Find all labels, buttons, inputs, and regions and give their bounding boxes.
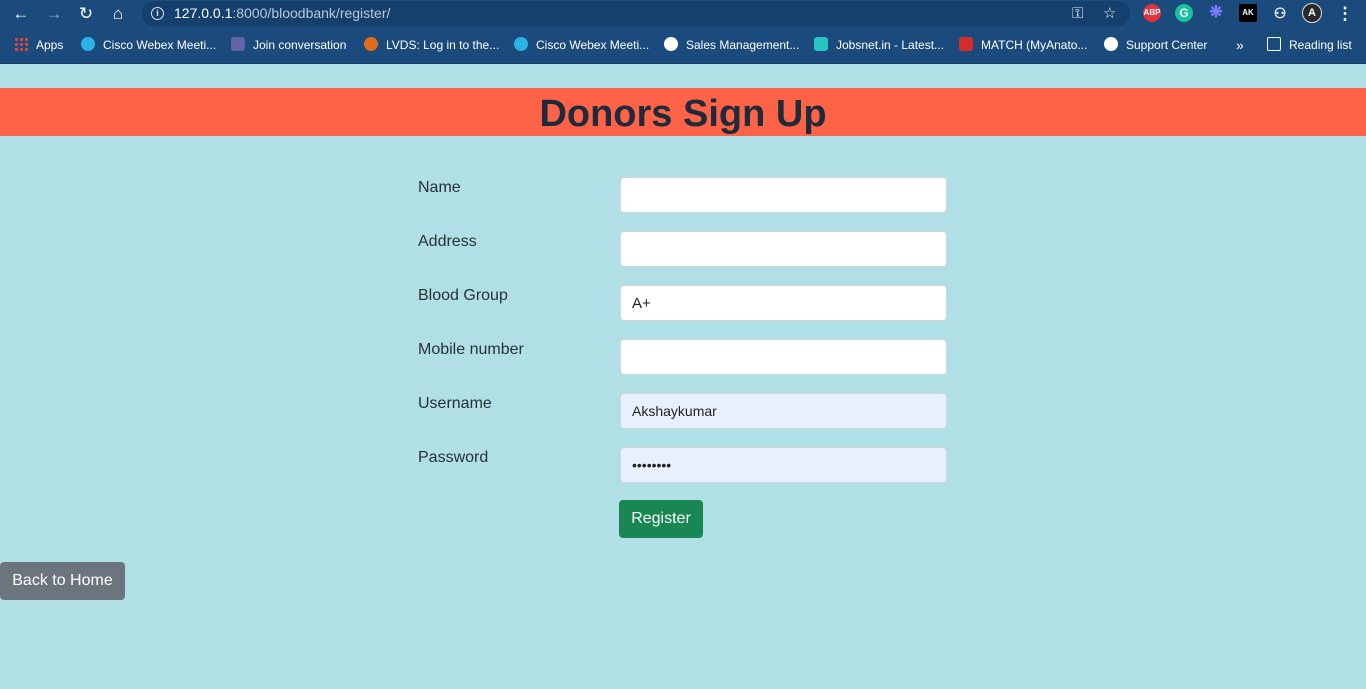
webex-icon	[81, 37, 95, 51]
password-label: Password	[418, 449, 489, 466]
browser-toolbar: ← → ↻ ⌂ i 127.0.0.1:8000/bloodbank/regis…	[0, 0, 1366, 27]
reload-icon[interactable]: ↻	[75, 3, 97, 25]
reading-list-button[interactable]: Reading list	[1267, 37, 1352, 54]
address-label: Address	[418, 233, 477, 250]
bookmark-webex-1[interactable]: Cisco Webex Meeti...	[81, 37, 216, 54]
password-input[interactable]	[620, 447, 947, 483]
globe-icon	[1104, 37, 1118, 51]
ak-extension-icon[interactable]: AK	[1239, 4, 1257, 22]
webex-icon	[514, 37, 528, 51]
jobsnet-icon	[814, 37, 828, 51]
username-input[interactable]	[620, 393, 947, 429]
wordpress-icon	[664, 37, 678, 51]
bookmark-lvds[interactable]: LVDS: Log in to the...	[364, 37, 499, 54]
back-arrow-icon[interactable]: ←	[10, 3, 32, 25]
profile-avatar-icon[interactable]: A	[1302, 3, 1322, 23]
bookmarks-bar: Apps Cisco Webex Meeti... Join conversat…	[0, 27, 1366, 64]
forward-arrow-icon[interactable]: →	[43, 3, 65, 25]
apps-grid-icon	[14, 37, 28, 51]
url-text: 127.0.0.1:8000/bloodbank/register/	[174, 5, 391, 21]
key-icon[interactable]: ⚿	[1072, 4, 1083, 24]
extension-gear-icon[interactable]: ❋	[1207, 4, 1225, 22]
lvds-icon	[364, 37, 378, 51]
bookmark-support-center[interactable]: Support Center	[1104, 37, 1207, 54]
blood-group-input[interactable]	[620, 285, 947, 321]
teams-icon	[231, 37, 245, 51]
grammarly-extension-icon[interactable]: G	[1175, 4, 1193, 22]
home-icon[interactable]: ⌂	[107, 3, 129, 25]
blood-group-label: Blood Group	[418, 287, 508, 304]
adblock-extension-icon[interactable]: ABP	[1143, 4, 1161, 22]
address-input[interactable]	[620, 231, 947, 267]
name-input[interactable]	[620, 177, 947, 213]
bookmark-join-conversation[interactable]: Join conversation	[231, 37, 346, 54]
bookmark-jobsnet[interactable]: Jobsnet.in - Latest...	[814, 37, 944, 54]
match-icon	[959, 37, 973, 51]
bookmark-match[interactable]: MATCH (MyAnato...	[959, 37, 1087, 54]
bookmark-sales-management[interactable]: Sales Management...	[664, 37, 799, 54]
name-label: Name	[418, 179, 461, 196]
puzzle-extensions-icon[interactable]: ⚇	[1271, 4, 1289, 22]
address-bar[interactable]: i 127.0.0.1:8000/bloodbank/register/ ⚿ ☆	[142, 1, 1130, 26]
back-to-home-button[interactable]: Back to Home	[0, 562, 125, 600]
star-icon[interactable]: ☆	[1103, 4, 1116, 24]
bookmarks-overflow-icon[interactable]: »	[1236, 37, 1244, 54]
register-button[interactable]: Register	[619, 500, 703, 538]
username-label: Username	[418, 395, 492, 412]
reading-list-icon	[1267, 37, 1281, 51]
menu-kebab-icon[interactable]: ⋮	[1334, 3, 1356, 25]
mobile-number-label: Mobile number	[418, 341, 524, 358]
mobile-number-input[interactable]	[620, 339, 947, 375]
bookmark-webex-2[interactable]: Cisco Webex Meeti...	[514, 37, 649, 54]
bookmark-apps[interactable]: Apps	[14, 37, 63, 54]
info-icon[interactable]: i	[151, 7, 164, 20]
page-title: Donors Sign Up	[539, 93, 827, 135]
